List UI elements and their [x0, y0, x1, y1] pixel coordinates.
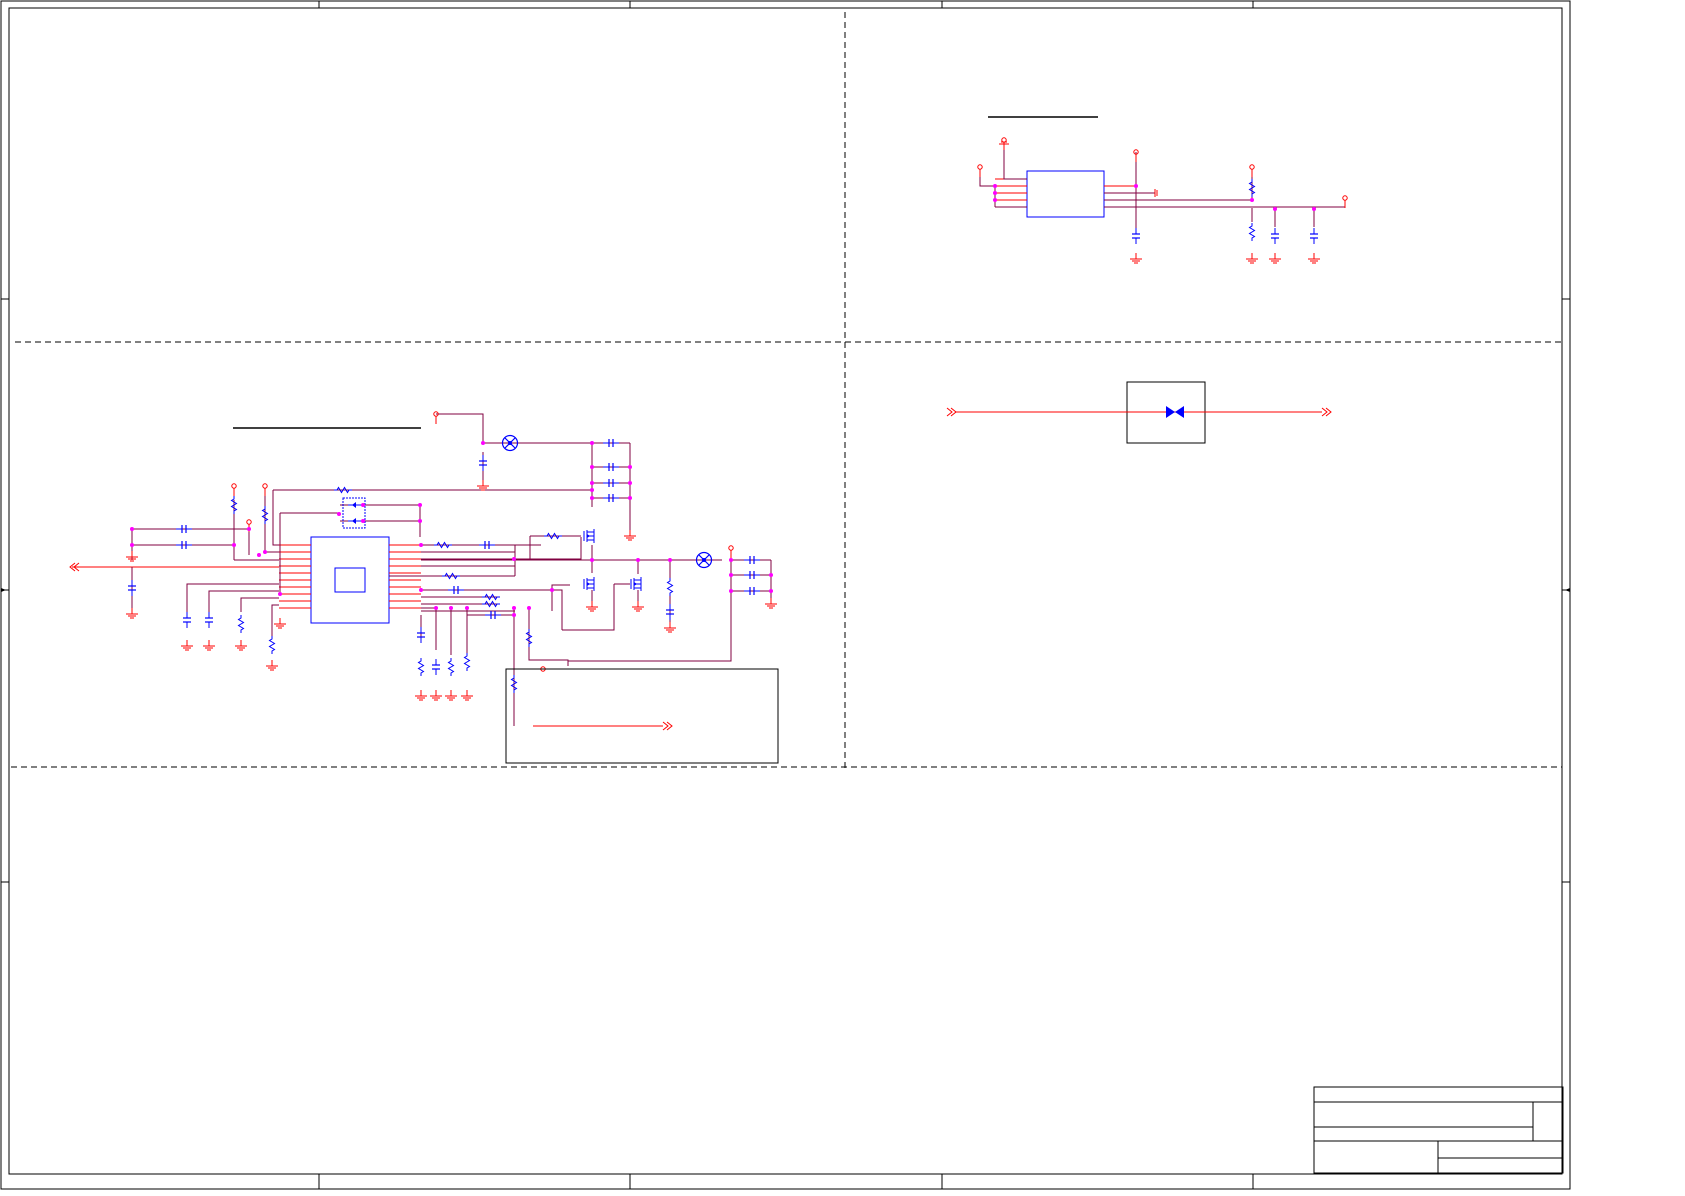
ic-body-icon — [310, 536, 390, 624]
ic-body-icon — [1026, 170, 1105, 218]
middle-right-circuit — [946, 381, 1332, 444]
title-block — [1313, 1086, 1564, 1174]
schematic-canvas — [0, 0, 1571, 1190]
bidirectional-tvs-icon — [1166, 406, 1184, 418]
top-right-circuit — [977, 116, 1348, 264]
sheet-frame — [0, 0, 1571, 1190]
sub-circuit-block — [505, 668, 779, 764]
section-dividers — [11, 12, 1562, 770]
middle-left-circuit — [69, 411, 779, 764]
schematic-sheet — [0, 0, 1685, 1191]
